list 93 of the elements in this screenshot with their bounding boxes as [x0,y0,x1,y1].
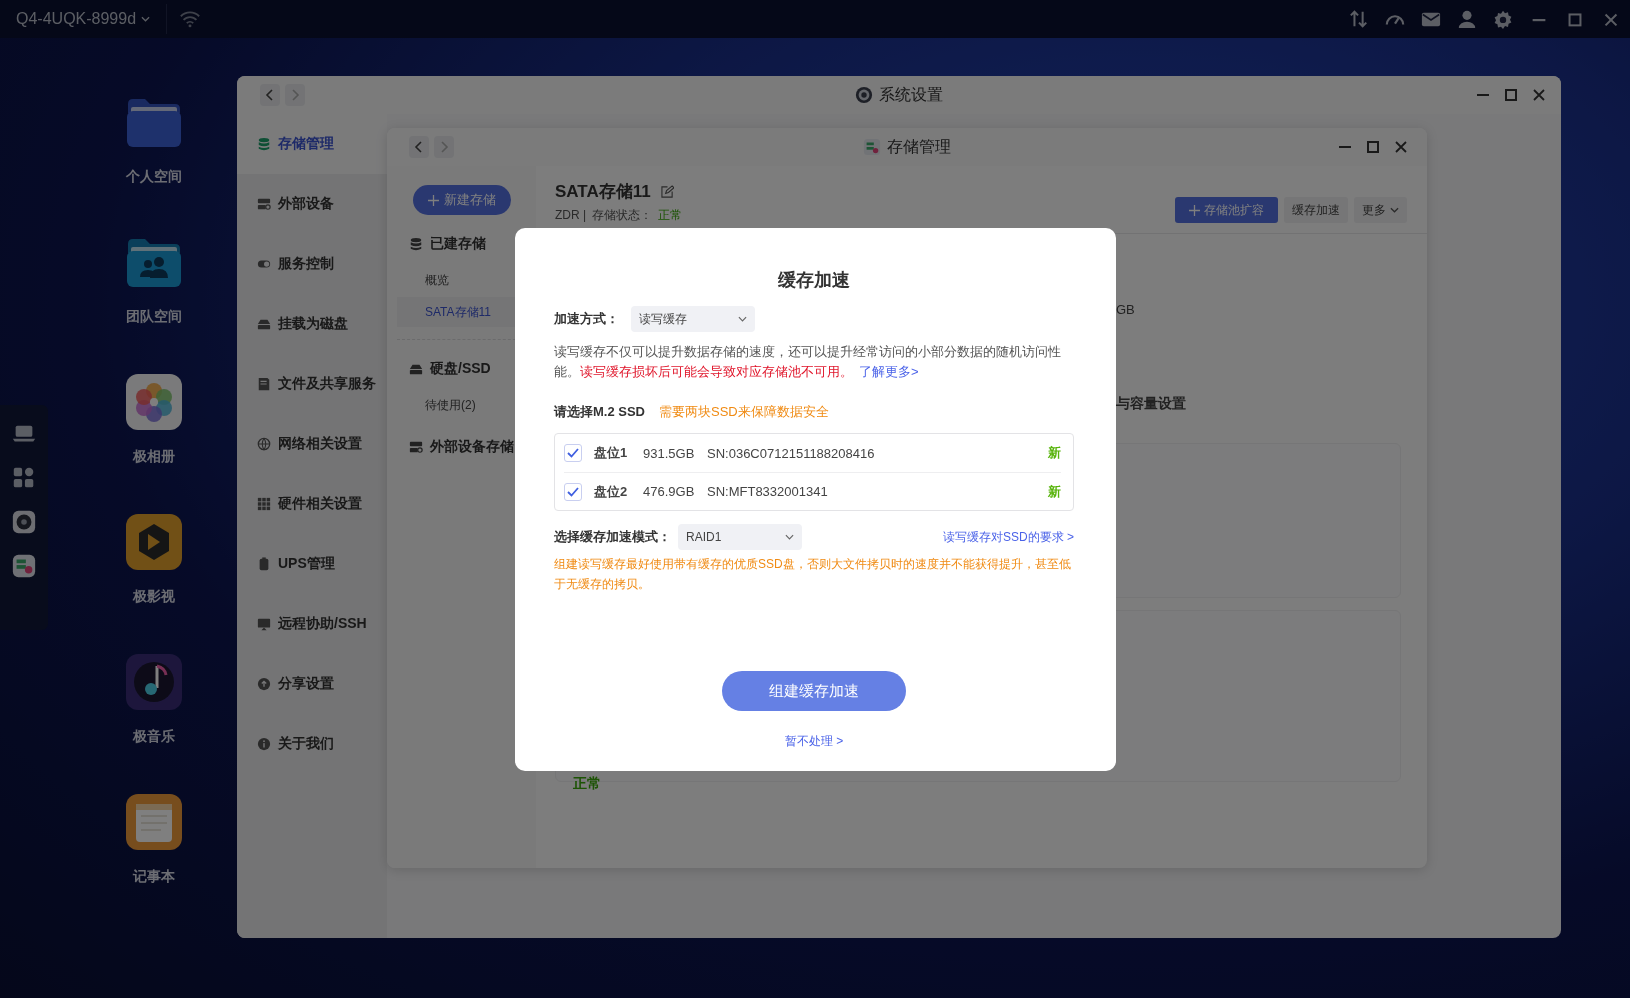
back-icon[interactable] [258,84,282,106]
field-label: 加速方式： [554,310,620,328]
window-title: 存储管理 [887,136,951,157]
maximize-icon[interactable] [1503,87,1519,103]
user-icon[interactable] [1456,9,1478,29]
document-icon [257,377,271,391]
wifi-icon[interactable] [179,9,202,29]
confirm-button[interactable]: 组建缓存加速 [722,671,906,711]
app-label: 极音乐 [133,728,175,746]
status-value: 正常 [658,207,683,223]
checkbox[interactable] [564,444,582,462]
window-title: 系统设置 [879,84,943,105]
drive-icon [257,317,271,331]
sidebar-item[interactable]: 服务控制 [237,234,387,294]
action-button[interactable]: 更多 [1354,197,1407,223]
app-label: 记事本 [133,868,175,886]
partial-text: 与容量设置 [1116,395,1187,413]
sidebar-item[interactable]: 存储管理 [237,114,387,174]
partial-text: GB [1116,302,1136,317]
dropdown[interactable]: RAID1 [678,524,802,550]
monitor-icon [257,617,271,631]
drive-icon [409,362,423,376]
serial-number: SN:036C0712151188208416 [707,445,876,461]
section-heading: 请选择M.2 SSD [554,403,645,421]
sidebar-item[interactable]: 分享设置 [237,654,387,714]
field-label: 选择缓存加速模式： [554,528,672,546]
globe-icon [257,437,271,451]
hint-text: 需要两块SSD来保障数据安全 [659,403,829,421]
plus-icon [427,194,439,206]
sidebar-item[interactable]: 硬件相关设置 [237,474,387,534]
server-icon [257,197,271,211]
action-button[interactable]: 存储池扩容 [1175,197,1278,223]
sidebar-item[interactable]: 外部设备 [237,174,387,234]
notepad-icon[interactable] [124,792,184,852]
checkbox[interactable] [564,482,582,501]
plus-icon [1189,204,1200,216]
sidebar-item[interactable]: 网络相关设置 [237,414,387,474]
maximize-icon[interactable] [1365,139,1381,155]
sidebar-item[interactable]: 文件及共享服务 [237,354,387,414]
sidebar-item[interactable]: UPS管理 [237,534,387,594]
grid-icon [257,497,271,511]
disk-size: 931.5GB [643,445,696,461]
app-label: 团队空间 [126,308,182,326]
back-icon[interactable] [407,136,431,158]
action-button[interactable]: 缓存加速 [1284,197,1348,223]
info-icon [257,737,271,751]
pool-type: ZDR | [555,207,587,223]
sidebar-item[interactable]: 远程协助/SSH [237,594,387,654]
film-icon[interactable] [124,512,184,572]
disk-size: 476.9GB [643,484,696,499]
description-text: 读写缓存不仅可以提升数据存储的速度，还可以提升经常访问的小部分数据的随机访问性能。读写缓存损坏后可能会导致对应存储池不可用。 了解更多> [554,343,1062,381]
dropdown[interactable]: 读写缓存 [631,306,755,332]
music-note-icon[interactable] [124,652,184,712]
caret-icon [141,16,151,22]
app-label: 个人空间 [126,168,182,186]
check-icon [567,486,579,497]
edit-icon[interactable] [660,185,674,198]
pool-name: SATA存储11 [555,181,651,203]
sidebar-item[interactable]: 挂载为磁盘 [237,294,387,354]
flower-icon[interactable] [124,372,184,432]
check-icon [567,448,579,458]
battery-icon [257,557,271,571]
sidebar-item[interactable]: 关于我们 [237,714,387,774]
status-label: 存储状态： [592,207,653,223]
share-icon [257,677,271,691]
dialog-title: 缓存加速 [777,269,851,292]
advice-text: 组建读写缓存最好使用带有缓存的优质SSD盘，否则大文件拷贝时的速度并不能获得提升，甚至低于无缓存的拷贝。 [554,556,1072,593]
caret-icon [1390,207,1399,213]
storage-app-icon [863,138,881,156]
new-tag: 新 [1048,482,1061,501]
new-tag: 新 [1048,444,1061,462]
learn-more-link[interactable]: 了解更多> [859,364,919,379]
status-value: 正常 [573,775,601,793]
disk-slot: 盘位2 [594,482,643,501]
device-menu[interactable]: Q4-4UQK-8999d [12,8,155,30]
close-icon[interactable] [1393,139,1409,155]
requirements-link[interactable]: 读写缓存对SSD的要求 > [943,528,1074,546]
storage-app-icon[interactable] [11,553,37,579]
skip-link[interactable]: 暂不处理 > [784,731,844,751]
database-icon [257,137,271,151]
server-icon [409,440,423,454]
app-label: 极相册 [133,448,175,466]
new-storage-button[interactable]: 新建存储 [412,185,511,215]
disk-slot: 盘位1 [594,444,643,462]
database-icon [409,237,423,251]
close-icon[interactable] [1531,87,1547,103]
app-label: 极影视 [133,588,175,606]
settings-app-icon [855,86,873,104]
transfer-icon[interactable] [1348,9,1370,29]
caret-icon [785,534,794,540]
serial-number: SN:MFT8332001341 [707,484,829,499]
settings-icon[interactable] [1492,9,1514,29]
caret-icon [738,316,747,322]
